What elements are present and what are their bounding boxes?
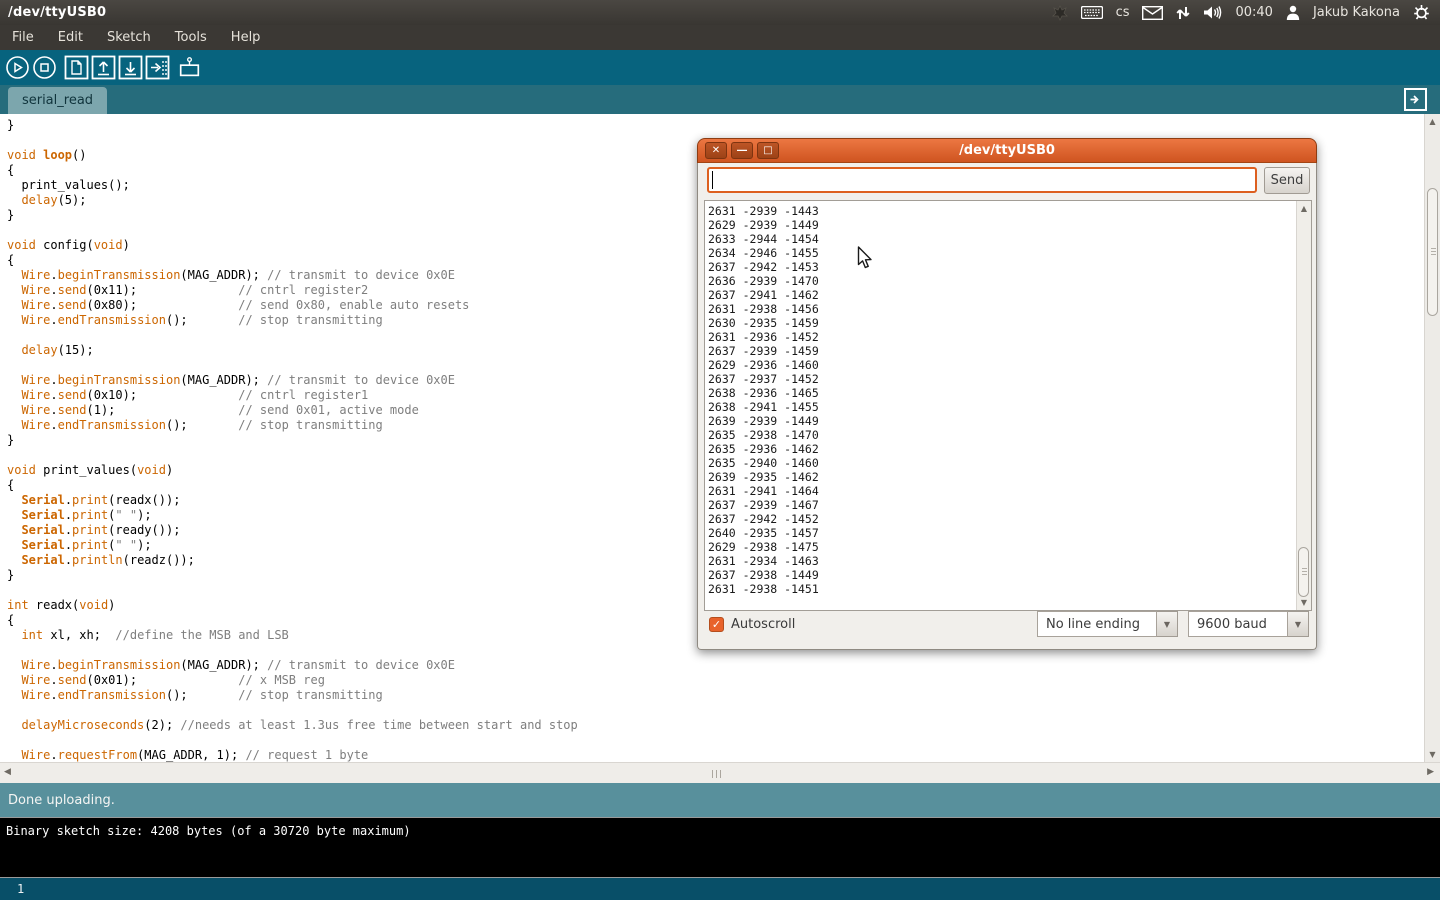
desktop-top-bar: /dev/ttyUSB0 cs 00:40 Jakub Kakona [0, 0, 1440, 25]
autoscroll-label: Autoscroll [731, 617, 795, 632]
line-ending-select[interactable]: No line ending [1037, 611, 1157, 637]
mail-icon[interactable] [1142, 6, 1163, 20]
save-sketch-button[interactable] [118, 55, 143, 80]
console-output: Binary sketch size: 4208 bytes (of a 307… [0, 817, 1440, 878]
system-tray: cs 00:40 Jakub Kakona [1052, 0, 1440, 25]
open-sketch-button[interactable] [91, 55, 116, 80]
console-message: Binary sketch size: 4208 bytes (of a 307… [6, 824, 411, 838]
user-icon[interactable] [1286, 5, 1300, 20]
splitter-grip[interactable] [712, 770, 713, 778]
tray-app-icon[interactable] [1052, 5, 1068, 21]
serial-monitor-controls: ✓ Autoscroll No line ending ▼ 9600 baud … [698, 611, 1316, 650]
tab-bar: serial_read [0, 85, 1440, 114]
keyboard-icon[interactable] [1081, 6, 1103, 19]
code-line [7, 703, 1424, 718]
line-ending-dropdown-arrow[interactable]: ▼ [1157, 611, 1178, 637]
code-line [7, 733, 1424, 748]
close-button[interactable]: ✕ [705, 142, 727, 159]
code-line: Wire.requestFrom(MAG_ADDR, 1); // reques… [7, 748, 1424, 762]
serial-scrollbar-thumb[interactable] [1298, 547, 1309, 597]
serial-input[interactable] [707, 167, 1257, 193]
upload-button[interactable] [145, 55, 170, 80]
baud-rate-value: 9600 baud [1197, 617, 1267, 632]
baud-rate-dropdown-arrow[interactable]: ▼ [1288, 611, 1309, 637]
window-buttons: ✕ ― □ [698, 142, 779, 159]
send-label: Send [1271, 173, 1304, 188]
code-line: Wire.endTransmission(); // stop transmit… [7, 688, 1424, 703]
serial-scroll-down-icon[interactable]: ▼ [1297, 598, 1311, 607]
serial-monitor-button[interactable] [177, 55, 202, 80]
status-message: Done uploading. [8, 793, 115, 808]
status-bar: Done uploading. [0, 783, 1440, 817]
network-arrows-icon[interactable] [1176, 5, 1190, 21]
code-line: Wire.send(0x01); // x MSB reg [7, 673, 1424, 688]
menu-edit[interactable]: Edit [46, 26, 95, 49]
send-button[interactable]: Send [1264, 167, 1310, 194]
stop-button[interactable] [32, 55, 57, 80]
autoscroll-checkbox[interactable]: ✓ [709, 617, 724, 632]
serial-monitor-titlebar[interactable]: /dev/ttyUSB0 ✕ ― □ [697, 138, 1317, 163]
window-title: /dev/ttyUSB0 [0, 5, 106, 20]
mouse-cursor [857, 246, 874, 274]
tab-menu-button[interactable] [1404, 88, 1427, 111]
menu-file[interactable]: File [0, 26, 46, 49]
keyboard-layout-label[interactable]: cs [1116, 5, 1130, 20]
scroll-up-icon[interactable]: ▲ [1425, 117, 1440, 126]
toolbar [0, 50, 1440, 85]
serial-scroll-up-icon[interactable]: ▲ [1297, 204, 1311, 213]
scroll-right-icon[interactable]: ▶ [1427, 767, 1434, 777]
menu-tools[interactable]: Tools [163, 26, 219, 49]
tab-serial-read[interactable]: serial_read [8, 87, 107, 114]
baud-rate-select[interactable]: 9600 baud [1188, 611, 1288, 637]
serial-output-text: 2631 -2939 -1443 2629 -2939 -1449 2633 -… [705, 201, 1311, 596]
code-line: Wire.beginTransmission(MAG_ADDR); // tra… [7, 658, 1424, 673]
editor-scrollbar-thumb[interactable] [1427, 188, 1438, 316]
code-line: delayMicroseconds(2); //needs at least 1… [7, 718, 1424, 733]
new-sketch-button[interactable] [64, 55, 89, 80]
line-number: 1 [17, 882, 24, 896]
editor-vertical-scrollbar[interactable]: ▲ ▼ [1424, 114, 1440, 762]
right-arrow-icon [1409, 93, 1422, 106]
scroll-down-icon[interactable]: ▼ [1425, 750, 1440, 759]
scroll-left-icon[interactable]: ◀ [4, 767, 11, 777]
username-label[interactable]: Jakub Kakona [1313, 5, 1400, 20]
line-ending-value: No line ending [1046, 617, 1140, 632]
menu-bar: File Edit Sketch Tools Help [0, 25, 1440, 50]
serial-scrollbar[interactable]: ▲ ▼ [1296, 201, 1311, 610]
menu-help[interactable]: Help [219, 26, 273, 49]
maximize-button[interactable]: □ [757, 142, 779, 159]
serial-monitor-title: /dev/ttyUSB0 [698, 143, 1316, 158]
code-line: } [7, 118, 1424, 133]
volume-icon[interactable] [1203, 5, 1222, 20]
editor-horizontal-scrollbar[interactable]: ◀ ▶ [0, 762, 1440, 783]
menu-sketch[interactable]: Sketch [95, 26, 163, 49]
session-power-icon[interactable] [1413, 4, 1430, 21]
tab-label: serial_read [22, 93, 93, 108]
minimize-button[interactable]: ― [731, 142, 753, 159]
text-caret [712, 171, 713, 189]
screen: /dev/ttyUSB0 cs 00:40 Jakub Kakona [0, 0, 1440, 900]
serial-output[interactable]: 2631 -2939 -1443 2629 -2939 -1449 2633 -… [704, 200, 1312, 611]
line-number-strip: 1 [0, 878, 1440, 900]
clock-label[interactable]: 00:40 [1235, 5, 1272, 20]
serial-monitor-body: Send 2631 -2939 -1443 2629 -2939 -1449 2… [697, 163, 1317, 650]
serial-monitor-window: /dev/ttyUSB0 ✕ ― □ Send 2631 -2939 -1443… [697, 138, 1317, 650]
verify-button[interactable] [5, 55, 30, 80]
